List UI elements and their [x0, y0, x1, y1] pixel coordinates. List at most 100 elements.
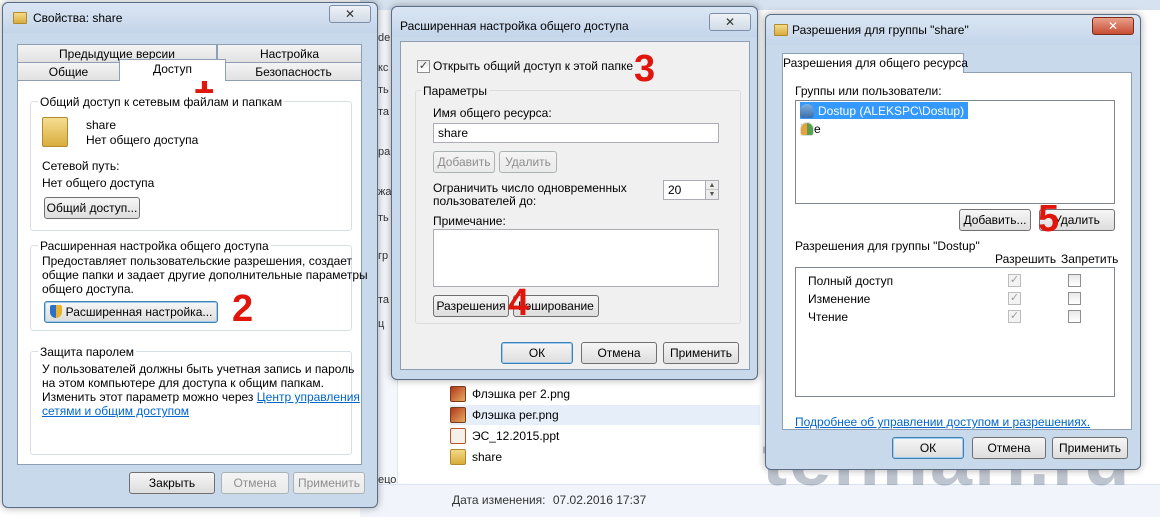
apply-button[interactable]: Применить: [663, 342, 739, 364]
network-path-value: Нет общего доступа: [42, 176, 155, 190]
ok-button[interactable]: ОК: [892, 437, 964, 459]
deny-column-header: Запретить: [1061, 252, 1119, 266]
annotation-step-5: 5: [1038, 198, 1060, 240]
permissions-table: Полный доступ ✓ Изменение ✓ Чтение ✓: [795, 267, 1115, 397]
deny-checkbox[interactable]: [1068, 310, 1081, 323]
nav-fragment[interactable]: ц: [378, 318, 384, 330]
group-title: Расширенная настройка общего доступа: [38, 239, 271, 253]
cancel-button[interactable]: Отмена: [221, 472, 289, 494]
nav-fragment[interactable]: та: [378, 294, 389, 306]
close-button[interactable]: ✕: [1092, 17, 1134, 35]
properties-window: Свойства: share ✕ Предыдущие версии Наст…: [2, 2, 378, 508]
user-limit-spinner[interactable]: ▲ ▼: [705, 180, 719, 200]
tab-general[interactable]: Общие: [17, 62, 120, 81]
advanced-description: общего доступа.: [42, 282, 134, 296]
allow-checkbox[interactable]: ✓: [1008, 274, 1021, 287]
nav-fragment[interactable]: кс: [378, 62, 388, 74]
nav-fragment[interactable]: de: [378, 32, 390, 44]
spin-up-icon[interactable]: ▲: [706, 181, 718, 190]
png-file-icon: [450, 407, 466, 423]
user-name: Dostup (ALEKSPC\Dostup): [818, 103, 965, 118]
allow-checkbox[interactable]: ✓: [1008, 292, 1021, 305]
permission-name: Изменение: [808, 292, 871, 306]
share-folder-label: Открыть общий доступ к этой папке: [433, 59, 634, 73]
permissions-window: Разрешения для группы "share" ✕ Разрешен…: [765, 14, 1141, 470]
tab-share-permissions[interactable]: Разрешения для общего ресурса: [782, 53, 968, 73]
user-icon: [800, 103, 814, 118]
file-row[interactable]: ЭС_12.2015.ppt: [450, 426, 760, 446]
png-file-icon: [450, 386, 466, 402]
nav-fragment[interactable]: гр: [378, 250, 388, 262]
list-item[interactable]: Все: [800, 120, 825, 137]
ok-button[interactable]: ОК: [501, 342, 573, 364]
folder-status: Нет общего доступа: [86, 133, 199, 147]
annotation-step-4: 4: [508, 282, 530, 324]
password-description-text: Изменить этот параметр можно через: [42, 390, 257, 404]
password-description: Изменить этот параметр можно через Центр…: [42, 390, 360, 404]
tab-security[interactable]: Безопасность: [225, 62, 362, 81]
add-share-button[interactable]: Добавить: [433, 151, 495, 173]
explorer-modified-date: Дата изменения: 07.02.2016 17:37: [452, 493, 646, 507]
advanced-sharing-button[interactable]: Расширенная настройка...: [44, 301, 218, 323]
group-title: Защита паролем: [38, 345, 137, 359]
folder-icon: [42, 117, 68, 147]
share-button[interactable]: Общий доступ...: [44, 197, 140, 219]
allow-checkbox[interactable]: ✓: [1008, 310, 1021, 323]
folder-icon: [13, 12, 27, 24]
modified-value: 07.02.2016 17:37: [552, 493, 647, 507]
folder-icon: [450, 449, 466, 465]
nav-fragment[interactable]: та: [378, 106, 389, 118]
apply-button[interactable]: Применить: [1052, 437, 1128, 459]
users-list[interactable]: Dostup (ALEKSPC\Dostup) Все: [795, 100, 1115, 204]
tab-panel: Группы или пользователи: Dostup (ALEKSPC…: [782, 72, 1132, 430]
cancel-button[interactable]: Отмена: [972, 437, 1046, 459]
users-label: Группы или пользователи:: [795, 84, 942, 98]
deny-checkbox[interactable]: [1068, 292, 1081, 305]
nav-fragment[interactable]: жа: [378, 186, 391, 198]
permissions-button[interactable]: Разрешения: [433, 295, 509, 317]
user-limit-label: пользователей до:: [433, 194, 537, 208]
add-user-button[interactable]: Добавить...: [959, 209, 1031, 231]
nav-fragment[interactable]: ть: [378, 212, 389, 224]
tab-sharing[interactable]: Доступ: [119, 59, 226, 81]
file-name: share: [472, 450, 503, 464]
group-title: Общий доступ к сетевым файлам и папкам: [38, 95, 285, 109]
close-button[interactable]: ✕: [709, 13, 751, 31]
window-title: Расширенная настройка общего доступа: [400, 19, 629, 33]
comment-label: Примечание:: [433, 214, 506, 228]
share-name-input[interactable]: share: [433, 123, 719, 143]
file-row[interactable]: Флэшка рег 2.png: [450, 384, 760, 404]
access-help-link[interactable]: Подробнее об управлении доступом и разре…: [795, 415, 1090, 429]
tab-panel: Общий доступ к сетевым файлам и папкам s…: [17, 80, 368, 465]
user-limit-input[interactable]: 20: [663, 180, 707, 200]
list-item[interactable]: Dostup (ALEKSPC\Dostup): [800, 102, 969, 119]
comment-input[interactable]: [433, 229, 719, 287]
spin-down-icon[interactable]: ▼: [706, 190, 718, 199]
button-label: Расширенная настройка...: [65, 305, 213, 319]
remove-share-button[interactable]: Удалить: [499, 151, 557, 173]
permissions-label: Разрешения для группы "Dostup": [795, 239, 980, 253]
advanced-description: общие папки и задает другие дополнительн…: [42, 268, 368, 282]
file-name: Флэшка рег 2.png: [472, 387, 571, 401]
password-description: У пользователей должны быть учетная запи…: [42, 362, 355, 376]
dialog-body: ✓ Открыть общий доступ к этой папке Пара…: [400, 41, 750, 370]
file-row[interactable]: share: [450, 447, 760, 467]
share-folder-checkbox[interactable]: ✓: [417, 60, 430, 73]
permission-name: Полный доступ: [808, 274, 894, 288]
close-button[interactable]: ✕: [329, 5, 371, 23]
folder-icon: [774, 24, 788, 36]
tab-customize[interactable]: Настройка: [217, 44, 362, 63]
folder-name: share: [86, 118, 117, 132]
network-center-link[interactable]: Центр управления: [257, 390, 360, 404]
close-dialog-button[interactable]: Закрыть: [129, 472, 215, 494]
group-title: Параметры: [421, 84, 489, 98]
cancel-button[interactable]: Отмена: [581, 342, 657, 364]
deny-checkbox[interactable]: [1068, 274, 1081, 287]
nav-fragment[interactable]: ть: [378, 84, 389, 96]
network-center-link[interactable]: сетями и общим доступом: [42, 404, 189, 418]
nav-fragment[interactable]: ра: [378, 146, 390, 158]
modified-label: Дата изменения:: [452, 493, 546, 507]
window-title: Разрешения для группы "share": [792, 23, 969, 37]
file-row[interactable]: Флэшка рег.png: [450, 405, 760, 425]
apply-button[interactable]: Применить: [293, 472, 365, 494]
